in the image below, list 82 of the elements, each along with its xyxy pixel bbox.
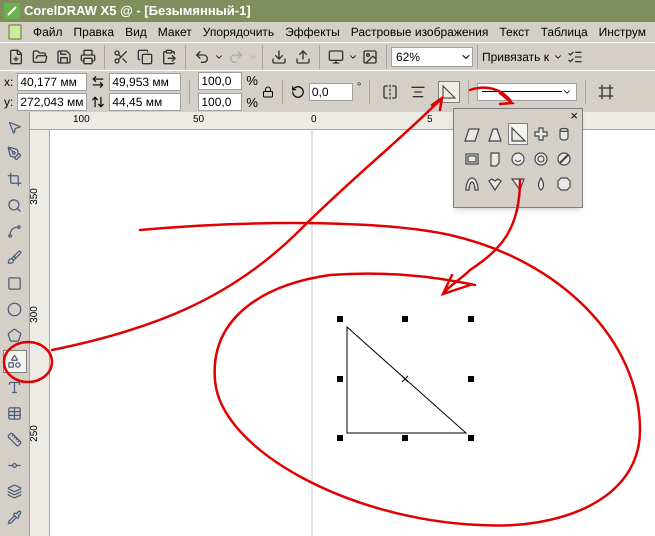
zoom-icon	[7, 198, 22, 213]
menu-item[interactable]: Правка	[74, 23, 114, 41]
menu-item[interactable]: Вид	[125, 23, 147, 41]
width-field[interactable]: 49,953 мм	[109, 72, 182, 90]
cut-icon	[113, 48, 129, 64]
shape-option[interactable]	[508, 123, 528, 145]
crop-icon	[7, 172, 22, 187]
ellipse-icon	[7, 302, 22, 317]
layers-icon	[7, 484, 22, 499]
window-title: CorelDRAW X5 @ - [Безымянный-1]	[24, 2, 251, 20]
y-field[interactable]: 272,043 мм	[17, 92, 88, 110]
shape-button[interactable]	[438, 80, 460, 102]
trapezoid-icon	[487, 126, 503, 142]
ruler-label: 5	[427, 113, 433, 127]
percent-label: %	[246, 94, 258, 112]
menu-item[interactable]: Текст	[499, 23, 530, 41]
ruler-label: 250	[28, 425, 41, 442]
menu-item[interactable]: Растровые изображения	[350, 23, 488, 41]
ring-icon	[533, 151, 549, 167]
shapes-icon	[7, 354, 22, 369]
frame-icon	[464, 151, 480, 167]
save-icon	[56, 48, 72, 64]
snap-dropdown[interactable]: Привязать к	[482, 48, 563, 66]
rotate-icon	[290, 84, 305, 98]
pointer-icon	[7, 120, 22, 135]
menu-item[interactable]: Файл	[33, 23, 63, 41]
ruler-label: 300	[28, 306, 41, 323]
height-field[interactable]: 44,45 мм	[109, 92, 182, 110]
y-label: y:	[4, 94, 14, 110]
menu-item[interactable]: Таблица	[540, 23, 588, 41]
undo-icon	[194, 48, 210, 64]
new-file-icon	[8, 48, 24, 64]
menu-item[interactable]: Инструм	[598, 23, 646, 41]
x-field[interactable]: 40,177 мм	[17, 72, 88, 90]
options-icon	[566, 48, 583, 64]
paste-icon	[161, 48, 177, 64]
menu-item[interactable]: Макет	[158, 23, 192, 41]
line-style-dropdown[interactable]	[477, 82, 578, 100]
polygon-icon	[7, 328, 22, 343]
export-icon	[295, 48, 311, 64]
table-icon	[7, 406, 22, 421]
zoom-dropdown[interactable]: 62%	[391, 46, 473, 66]
ruler-label: 350	[28, 188, 41, 205]
ruler-label: 50	[193, 113, 204, 127]
degree-label: °	[356, 80, 362, 95]
text-icon	[7, 380, 22, 395]
x-label: x:	[4, 74, 14, 90]
import-icon	[271, 48, 287, 64]
cross-icon	[533, 126, 549, 142]
octagon-icon	[556, 176, 572, 192]
arch-icon	[464, 176, 480, 192]
triangle-icon	[510, 126, 526, 142]
smiley-icon	[510, 151, 526, 167]
width-icon	[91, 74, 106, 88]
scale-field[interactable]: 100,0	[198, 72, 242, 90]
percent-label: %	[246, 72, 258, 90]
brush-icon	[7, 250, 22, 265]
lock-icon[interactable]	[262, 86, 274, 98]
eyedropper-icon	[7, 510, 22, 525]
nosign-icon	[556, 151, 572, 167]
folder-icon	[32, 48, 48, 64]
height-icon	[91, 94, 106, 108]
document-icon	[8, 24, 22, 40]
menu-item[interactable]: Упорядочить	[202, 23, 274, 41]
scale-field[interactable]: 100,0	[198, 93, 242, 112]
mirror-icon	[382, 84, 398, 100]
copy-icon	[137, 48, 153, 64]
align-icon	[410, 84, 426, 100]
menu-item[interactable]: Эффекты	[285, 23, 340, 41]
triangle-icon	[441, 84, 458, 100]
close-button[interactable]: ×	[570, 109, 578, 123]
curve-icon	[7, 224, 22, 239]
ruler-icon	[7, 432, 22, 447]
heart-icon	[487, 176, 503, 192]
ruler-label: 100	[73, 113, 90, 127]
print-icon	[80, 48, 96, 64]
app-icon	[4, 3, 20, 19]
redo-icon	[228, 48, 244, 64]
rectangle-icon	[7, 276, 22, 291]
parallelogram-icon	[464, 126, 480, 142]
angle-field[interactable]: 0,0	[308, 82, 353, 100]
ruler-label: 0	[311, 113, 317, 127]
